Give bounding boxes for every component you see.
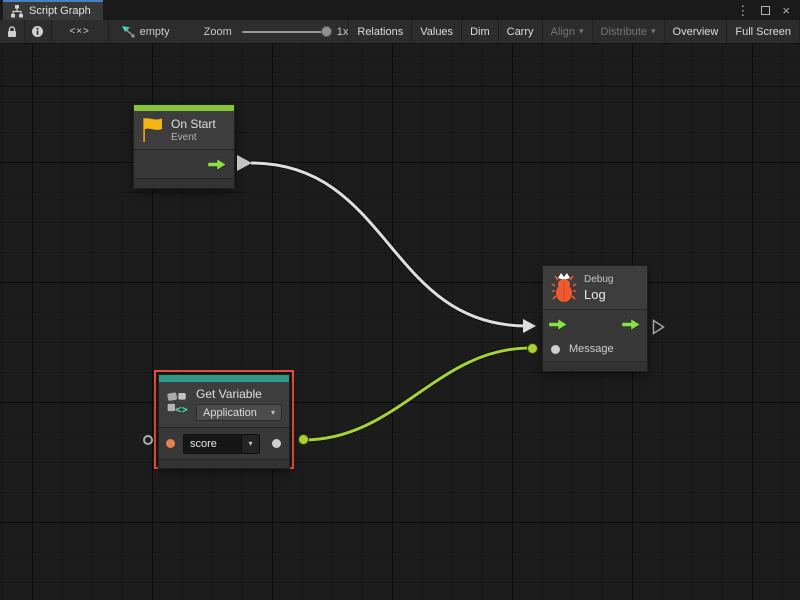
flag-icon	[141, 116, 164, 143]
variable-name-dropdown[interactable]: ▾	[241, 435, 259, 453]
info-icon	[31, 25, 44, 38]
zoom-slider-handle[interactable]	[321, 26, 332, 37]
svg-text:<>: <>	[175, 403, 188, 416]
wire-arrowhead-icon	[523, 319, 536, 333]
exec-output-port[interactable]	[208, 158, 227, 171]
zoom-value: 1x	[337, 26, 349, 38]
script-graph-icon	[10, 5, 24, 18]
node-body	[134, 149, 234, 178]
node-body: score ▾	[159, 427, 289, 459]
zoom-slider[interactable]	[242, 31, 328, 33]
port-label: Message	[569, 343, 614, 355]
lock-icon	[6, 25, 18, 38]
code-glyph: <×>	[69, 26, 90, 37]
scope-value: Application	[203, 407, 257, 419]
title-bar: Script Graph ⋮ ×	[0, 0, 800, 20]
tab-title: Script Graph	[29, 5, 91, 17]
chevron-down-icon: ▾	[579, 26, 584, 37]
window-controls: ⋮ ×	[736, 0, 800, 20]
values-button[interactable]: Values	[412, 20, 462, 43]
chevron-down-icon: ▾	[651, 26, 656, 37]
node-title: Get Variable	[196, 387, 282, 401]
carry-button[interactable]: Carry	[499, 20, 543, 43]
wire-start-connector	[237, 155, 252, 171]
chevron-down-icon: ▾	[271, 408, 275, 417]
name-input-port[interactable]	[166, 439, 175, 448]
message-input-port[interactable]	[551, 345, 560, 354]
graph-reference-label: empty	[140, 26, 170, 38]
dim-button[interactable]: Dim	[462, 20, 499, 43]
variables-icon: <>	[166, 387, 189, 418]
relations-button[interactable]: Relations	[349, 20, 412, 43]
variable-name-value: score	[184, 435, 241, 453]
menu-icon[interactable]: ⋮	[736, 4, 749, 17]
node-get-variable[interactable]: <> Get Variable Application ▾ score ▾	[158, 374, 290, 469]
wire-destination-dot	[527, 343, 538, 354]
bug-icon	[551, 272, 577, 303]
unconnected-exec-indicator	[652, 319, 665, 335]
exec-output-port[interactable]	[622, 318, 641, 331]
value-output-port[interactable]	[272, 439, 281, 448]
variable-name-field[interactable]: score ▾	[183, 434, 260, 454]
node-accent-bar	[159, 375, 289, 382]
node-footer	[159, 459, 289, 468]
exec-input-port[interactable]	[549, 318, 568, 331]
graph-toolbar: <×> empty Zoom 1x Relations Values Dim C…	[0, 20, 800, 44]
info-button[interactable]	[25, 20, 51, 43]
node-kicker: Debug	[584, 274, 613, 285]
node-subtitle: Event	[171, 132, 216, 143]
node-title: Log	[584, 287, 613, 302]
node-on-start[interactable]: On Start Event	[133, 104, 235, 189]
fullscreen-button[interactable]: Full Screen	[727, 20, 800, 43]
node-footer	[134, 178, 234, 188]
graph-canvas[interactable]	[0, 44, 800, 600]
wire-source-dot	[298, 434, 309, 445]
variable-scope-dropdown[interactable]: Application ▾	[196, 404, 282, 421]
node-footer	[543, 361, 647, 371]
zoom-label: Zoom	[204, 26, 232, 38]
distribute-button[interactable]: Distribute▾	[593, 20, 665, 43]
overview-button[interactable]: Overview	[665, 20, 728, 43]
toolbar-middle: empty Zoom 1x	[109, 20, 350, 43]
unconnected-value-indicator	[143, 435, 153, 445]
node-message-row: Message	[543, 337, 647, 361]
close-icon[interactable]: ×	[782, 4, 790, 17]
node-exec-row	[543, 309, 647, 337]
tab-script-graph[interactable]: Script Graph	[3, 0, 103, 20]
maximize-icon[interactable]	[761, 6, 770, 15]
lock-button[interactable]	[0, 20, 25, 43]
graph-reference[interactable]: empty	[121, 25, 170, 38]
node-header: <> Get Variable Application ▾	[159, 382, 289, 427]
node-debug-log[interactable]: Debug Log Message	[542, 265, 648, 372]
toolbar-buttons: Relations Values Dim Carry Align▾ Distri…	[349, 20, 800, 43]
graph-asset-icon	[121, 25, 135, 38]
node-header: Debug Log	[543, 266, 647, 309]
node-header: On Start Event	[134, 111, 234, 149]
node-title: On Start	[171, 117, 216, 131]
align-button[interactable]: Align▾	[543, 20, 593, 43]
script-graph-window: Script Graph ⋮ × <×>	[0, 0, 800, 600]
code-preview-button[interactable]: <×>	[52, 20, 109, 43]
